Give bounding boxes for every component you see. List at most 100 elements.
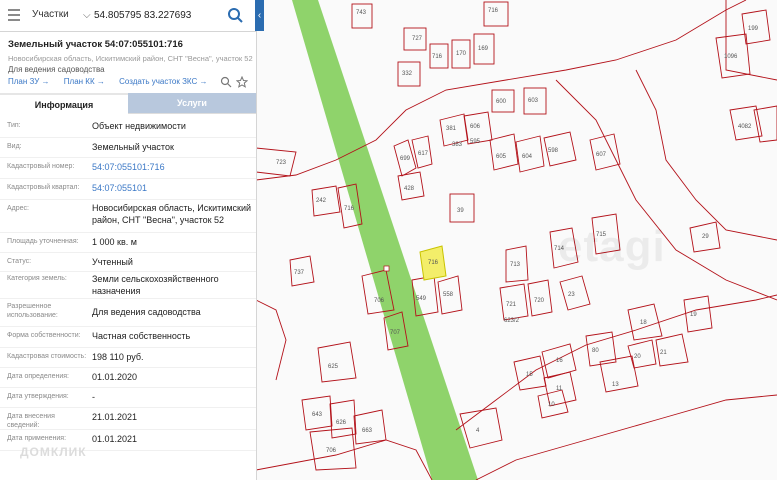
svg-text:706: 706 — [374, 298, 385, 304]
table-row: Дата утверждения: - — [0, 387, 256, 408]
svg-text:549: 549 — [416, 296, 427, 302]
plan-kk-link[interactable]: План КК → — [64, 77, 105, 86]
svg-text:29: 29 — [702, 234, 709, 240]
svg-text:625: 625 — [328, 364, 339, 370]
parcel-address: Новосибирская область, Искитимский район… — [8, 54, 253, 63]
svg-text:170: 170 — [456, 51, 467, 57]
table-row: Площадь уточненная: 1 000 кв. м — [0, 232, 256, 253]
tab-information[interactable]: Информация — [0, 93, 128, 115]
menu-icon[interactable] — [8, 9, 20, 21]
row-label: Форма собственности: — [7, 332, 81, 339]
chevron-down-icon[interactable]: ⌵ — [83, 10, 91, 21]
svg-text:4: 4 — [476, 428, 480, 434]
svg-text:603: 603 — [528, 98, 539, 104]
row-value: Объект недвижимости — [92, 121, 186, 131]
svg-text:663: 663 — [362, 428, 373, 434]
table-row: Форма собственности: Частная собственнос… — [0, 326, 256, 348]
svg-text:381: 381 — [446, 126, 457, 132]
svg-text:242: 242 — [316, 198, 327, 204]
svg-text:720: 720 — [534, 298, 545, 304]
row-value: - — [92, 392, 95, 402]
row-label: Статус: — [7, 258, 32, 265]
row-value: Учтенный — [92, 257, 133, 267]
svg-text:600: 600 — [496, 99, 507, 105]
star-icon — [235, 75, 249, 88]
plan-zu-link[interactable]: План ЗУ → — [8, 77, 50, 86]
svg-text:721: 721 — [506, 302, 517, 308]
row-label: Дата применения: — [7, 435, 67, 442]
row-value: Земельный участок — [92, 142, 174, 152]
row-value: 1 000 кв. м — [92, 237, 137, 247]
svg-text:11: 11 — [556, 386, 563, 392]
svg-text:18: 18 — [640, 320, 647, 326]
svg-text:723: 723 — [276, 160, 287, 166]
plot-number-labels: 743 727 716 170 169 716 332 600 603 381 383 60… — [276, 8, 759, 454]
table-row: Категория земель: Земли сельскохозяйстве… — [0, 271, 256, 299]
parcel-title: Земельный участок 54:07:055101:716 — [8, 39, 183, 50]
svg-text:707: 707 — [390, 330, 401, 336]
svg-text:15: 15 — [526, 372, 533, 378]
table-row: Адрес: Новосибирская область, Искитимски… — [0, 199, 256, 233]
svg-text:80: 80 — [592, 348, 599, 354]
svg-text:716: 716 — [488, 8, 499, 14]
collapse-panel-button[interactable]: ‹ — [255, 0, 264, 31]
row-label: Площадь уточненная: — [7, 238, 79, 245]
svg-text:21: 21 — [660, 350, 667, 356]
row-label: Тип: — [7, 122, 21, 129]
svg-text:10: 10 — [548, 402, 555, 408]
svg-text:626: 626 — [336, 420, 347, 426]
action-links: План ЗУ → План КК → Создать участок ЗКС … — [8, 77, 219, 86]
search-button[interactable] — [224, 3, 246, 27]
tab-services[interactable]: Услуги — [128, 93, 256, 113]
svg-text:598: 598 — [548, 148, 559, 154]
svg-text:606: 606 — [470, 124, 481, 130]
svg-text:199: 199 — [748, 26, 759, 32]
svg-text:558: 558 — [443, 292, 454, 298]
cadastral-number-link[interactable]: 54:07:055101:716 — [92, 161, 252, 173]
svg-text:623/2: 623/2 — [504, 318, 520, 324]
table-row: Тип: Объект недвижимости — [0, 116, 256, 138]
svg-text:617: 617 — [418, 151, 429, 157]
cadastral-quarter-link[interactable]: 54:07:055101 — [92, 182, 252, 194]
svg-text:737: 737 — [294, 270, 305, 276]
row-value: Для ведения садоводства — [92, 307, 201, 317]
create-parcel-link[interactable]: Создать участок ЗКС → — [119, 77, 207, 86]
cadastral-map[interactable]: 743 727 716 170 169 716 332 600 603 381 383 60… — [256, 0, 777, 480]
row-label: Разрешенное использование: — [7, 303, 58, 319]
svg-text:607: 607 — [596, 152, 607, 158]
svg-text:428: 428 — [404, 186, 415, 192]
domclick-watermark: ДОМКЛИК — [20, 445, 87, 459]
svg-text:13: 13 — [612, 382, 619, 388]
map-canvas[interactable]: 743 727 716 170 169 716 332 600 603 381 383 60… — [256, 0, 777, 480]
parcel-purpose: Для ведения садоводства — [8, 65, 105, 74]
svg-text:699: 699 — [400, 156, 411, 162]
row-label: Адрес: — [7, 205, 29, 212]
tab-bar: Информация Услуги — [0, 93, 256, 115]
row-value: Частная собственность — [92, 331, 191, 341]
svg-text:332: 332 — [402, 71, 413, 77]
svg-text:605: 605 — [496, 154, 507, 160]
table-row: Статус: Учтенный — [0, 252, 256, 272]
favorite-button[interactable] — [235, 75, 249, 88]
search-icon — [228, 8, 243, 23]
info-panel: Участки ⌵ Земельный участок 54:07:055101… — [0, 0, 257, 480]
search-plus-button[interactable] — [220, 75, 232, 88]
svg-text:595: 595 — [470, 139, 481, 145]
search-input[interactable] — [94, 3, 222, 27]
svg-text:4082: 4082 — [738, 124, 752, 130]
row-label: Дата утверждения: — [7, 393, 69, 400]
svg-text:743: 743 — [356, 10, 367, 16]
layer-select[interactable]: Участки — [24, 3, 92, 27]
svg-text:169: 169 — [478, 46, 489, 52]
row-label: Дата внесения сведений: — [7, 413, 55, 429]
svg-text:604: 604 — [522, 154, 533, 160]
svg-text:716: 716 — [344, 206, 355, 212]
svg-text:706: 706 — [326, 448, 337, 454]
svg-text:39: 39 — [457, 208, 464, 214]
search-bar: Участки ⌵ — [0, 0, 256, 32]
row-label: Кадастровая стоимость: — [7, 353, 87, 360]
svg-text:727: 727 — [412, 36, 423, 42]
road-strip — [292, 0, 478, 480]
row-label: Вид: — [7, 143, 22, 150]
row-value: 21.01.2021 — [92, 412, 138, 422]
